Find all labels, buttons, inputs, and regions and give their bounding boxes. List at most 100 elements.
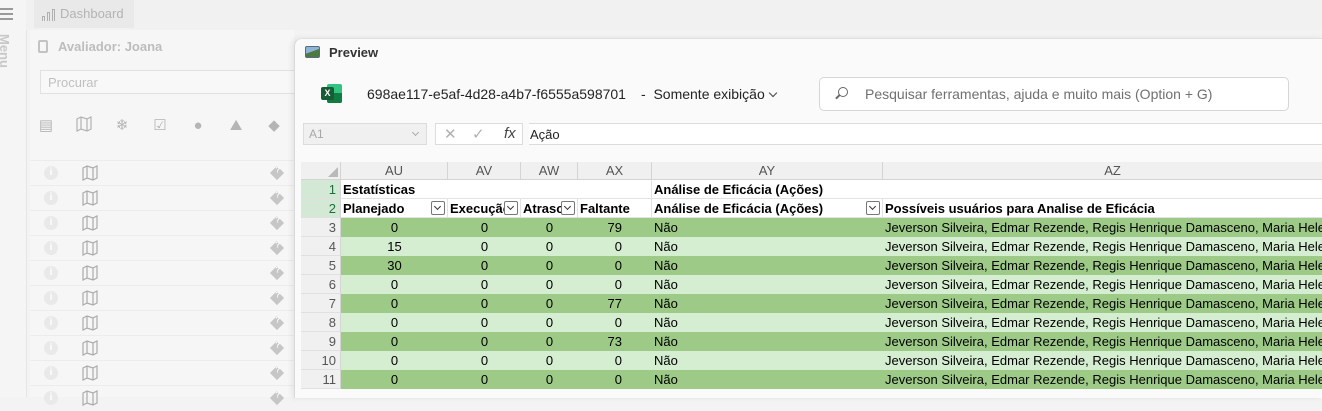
map-icon[interactable] bbox=[82, 315, 98, 336]
select-all-corner[interactable] bbox=[301, 162, 341, 180]
table-cell[interactable]: 77 bbox=[578, 294, 652, 313]
column-title-au[interactable]: Planejado bbox=[341, 199, 448, 218]
column-title-az[interactable]: Possíveis usuários para Analise de Eficá… bbox=[883, 199, 1322, 218]
help-diamond-icon[interactable] bbox=[269, 340, 285, 356]
help-diamond-icon[interactable] bbox=[269, 215, 285, 231]
column-header-ax[interactable]: AX bbox=[578, 162, 652, 180]
table-cell[interactable]: Não bbox=[652, 275, 883, 294]
table-cell[interactable]: Não bbox=[652, 332, 883, 351]
row-header[interactable]: 9 bbox=[301, 332, 341, 351]
table-cell[interactable]: 0 bbox=[521, 313, 578, 332]
help-diamond-icon[interactable] bbox=[269, 240, 285, 256]
table-cell[interactable]: 0 bbox=[521, 370, 578, 389]
row-header[interactable]: 11 bbox=[301, 370, 341, 389]
map-icon[interactable] bbox=[82, 365, 98, 386]
column-title-ax[interactable]: Faltante bbox=[578, 199, 652, 218]
list-item[interactable]: i bbox=[30, 160, 294, 185]
info-icon[interactable]: i bbox=[44, 266, 58, 280]
info-icon[interactable]: i bbox=[44, 391, 58, 405]
list-item[interactable]: i bbox=[30, 385, 294, 410]
table-cell[interactable]: Não bbox=[652, 370, 883, 389]
help-diamond-icon[interactable] bbox=[269, 265, 285, 281]
column-header-aw[interactable]: AW bbox=[521, 162, 578, 180]
person-icon[interactable]: ❄ bbox=[112, 116, 132, 136]
map-icon[interactable] bbox=[82, 265, 98, 286]
list-item[interactable]: i bbox=[30, 210, 294, 235]
table-cell[interactable]: 0 bbox=[341, 370, 448, 389]
help-diamond-icon[interactable] bbox=[269, 365, 285, 381]
table-cell[interactable]: Jeverson Silveira, Edmar Rezende, Regis … bbox=[883, 294, 1322, 313]
table-cell[interactable]: 0 bbox=[341, 351, 448, 370]
table-cell[interactable]: Jeverson Silveira, Edmar Rezende, Regis … bbox=[883, 256, 1322, 275]
column-title-av[interactable]: Execução bbox=[448, 199, 521, 218]
table-cell[interactable]: 73 bbox=[578, 332, 652, 351]
table-cell[interactable]: 0 bbox=[521, 275, 578, 294]
view-mode-dropdown[interactable]: - Somente exibição bbox=[641, 86, 777, 102]
table-cell[interactable]: 0 bbox=[448, 256, 521, 275]
help-diamond-icon[interactable] bbox=[269, 390, 285, 406]
help-diamond-icon[interactable] bbox=[269, 190, 285, 206]
table-cell[interactable]: 0 bbox=[341, 218, 448, 237]
map-icon[interactable] bbox=[82, 165, 98, 186]
row-header[interactable]: 5 bbox=[301, 256, 341, 275]
header-cell-ax[interactable] bbox=[578, 180, 652, 199]
filter-dropdown-icon[interactable] bbox=[561, 201, 575, 215]
table-cell[interactable]: Jeverson Silveira, Edmar Rezende, Regis … bbox=[883, 332, 1322, 351]
formula-bar[interactable]: Ação bbox=[529, 123, 1322, 145]
list-item[interactable]: i bbox=[30, 235, 294, 260]
table-cell[interactable]: Jeverson Silveira, Edmar Rezende, Regis … bbox=[883, 370, 1322, 389]
table-cell[interactable]: 0 bbox=[341, 313, 448, 332]
table-cell[interactable]: 0 bbox=[521, 256, 578, 275]
table-cell[interactable]: 0 bbox=[341, 275, 448, 294]
table-cell[interactable]: 0 bbox=[578, 370, 652, 389]
filter-dropdown-icon[interactable] bbox=[431, 201, 445, 215]
checklist-icon[interactable]: ☑ bbox=[150, 116, 170, 136]
info-icon[interactable]: i bbox=[44, 191, 58, 205]
table-cell[interactable]: 0 bbox=[521, 332, 578, 351]
name-box[interactable]: A1 bbox=[303, 123, 427, 145]
list-item[interactable]: i bbox=[30, 360, 294, 385]
info-icon[interactable]: i bbox=[44, 241, 58, 255]
column-header-av[interactable]: AV bbox=[448, 162, 521, 180]
column-title-ay[interactable]: Análise de Eficácia (Ações) bbox=[652, 199, 883, 218]
help-diamond-icon[interactable]: ◆ bbox=[264, 116, 284, 136]
map-icon[interactable] bbox=[82, 390, 98, 411]
table-cell[interactable]: 15 bbox=[341, 237, 448, 256]
table-cell[interactable]: Não bbox=[652, 256, 883, 275]
table-cell[interactable]: 0 bbox=[448, 294, 521, 313]
table-cell[interactable]: 0 bbox=[578, 237, 652, 256]
header-cell-az[interactable] bbox=[883, 180, 1322, 199]
column-header-ay[interactable]: AY bbox=[652, 162, 883, 180]
table-cell[interactable]: Jeverson Silveira, Edmar Rezende, Regis … bbox=[883, 275, 1322, 294]
table-cell[interactable]: 30 bbox=[341, 256, 448, 275]
table-cell[interactable]: Jeverson Silveira, Edmar Rezende, Regis … bbox=[883, 218, 1322, 237]
whatsapp-icon[interactable]: ● bbox=[188, 116, 208, 136]
tab-dashboard[interactable]: Dashboard bbox=[34, 0, 134, 28]
row-header[interactable]: 10 bbox=[301, 351, 341, 370]
row-header[interactable]: 2 bbox=[301, 199, 341, 218]
row-header[interactable]: 8 bbox=[301, 313, 341, 332]
table-cell[interactable]: 0 bbox=[578, 313, 652, 332]
table-cell[interactable]: Não bbox=[652, 313, 883, 332]
list-item[interactable]: i bbox=[30, 310, 294, 335]
table-cell[interactable]: 0 bbox=[448, 370, 521, 389]
map-icon[interactable] bbox=[82, 190, 98, 211]
header-cell-au[interactable]: Estatísticas bbox=[341, 180, 448, 199]
filter-dropdown-icon[interactable] bbox=[504, 201, 518, 215]
table-cell[interactable]: 0 bbox=[521, 351, 578, 370]
table-cell[interactable]: 79 bbox=[578, 218, 652, 237]
info-icon[interactable]: i bbox=[44, 291, 58, 305]
map-icon[interactable] bbox=[82, 240, 98, 261]
help-diamond-icon[interactable] bbox=[269, 290, 285, 306]
table-cell[interactable]: Jeverson Silveira, Edmar Rezende, Regis … bbox=[883, 313, 1322, 332]
table-cell[interactable]: 0 bbox=[448, 351, 521, 370]
help-diamond-icon[interactable] bbox=[269, 315, 285, 331]
table-cell[interactable]: Não bbox=[652, 351, 883, 370]
table-cell[interactable]: 0 bbox=[578, 275, 652, 294]
table-cell[interactable]: 0 bbox=[448, 332, 521, 351]
row-header[interactable]: 6 bbox=[301, 275, 341, 294]
map-icon[interactable] bbox=[82, 215, 98, 236]
table-cell[interactable]: 0 bbox=[578, 256, 652, 275]
table-cell[interactable]: Não bbox=[652, 218, 883, 237]
excel-search-input[interactable]: Pesquisar ferramentas, ajuda e muito mai… bbox=[819, 77, 1289, 111]
